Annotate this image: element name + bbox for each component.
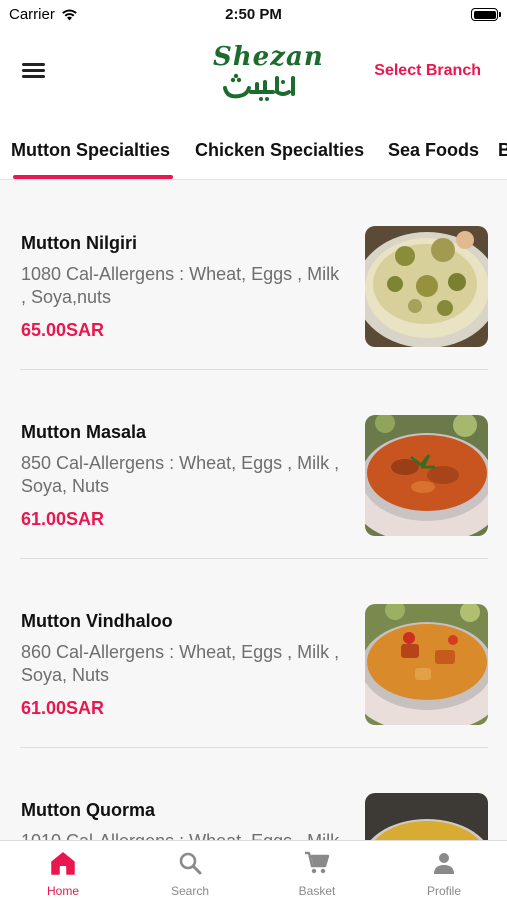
item-description: 860 Cal-Allergens : Wheat, Eggs , Milk ,… xyxy=(21,642,340,685)
green-curry-dish-image xyxy=(365,226,488,347)
nav-label-profile: Profile xyxy=(426,884,461,898)
status-bar: Carrier 2:50 PM xyxy=(0,0,507,30)
item-image[interactable] xyxy=(365,604,488,725)
item-description: 850 Cal-Allergens : Wheat, Eggs , Milk ,… xyxy=(21,453,340,496)
item-name: Mutton Vindhaloo xyxy=(21,611,173,631)
app-header: Shezan Select Branch xyxy=(0,30,507,120)
menu-line xyxy=(22,69,45,72)
battery-icon xyxy=(471,8,501,21)
tab-chicken-specialties[interactable]: Chicken Specialties xyxy=(195,140,364,161)
tab-truncated[interactable]: B xyxy=(498,140,507,161)
item-image[interactable] xyxy=(365,793,488,840)
menu-line xyxy=(22,75,45,78)
item-name: Mutton Nilgiri xyxy=(21,233,137,253)
profile-icon xyxy=(434,853,454,874)
menu-line xyxy=(22,63,45,66)
item-description: 1080 Cal-Allergens : Wheat, Eggs , Milk … xyxy=(21,264,340,307)
menu-item[interactable]: Mutton Vindhaloo 860 Cal-Allergens : Whe… xyxy=(20,559,488,748)
menu-item[interactable]: Mutton Quorma 1010 Cal-Allergens : Wheat… xyxy=(20,748,488,840)
item-description: 1010 Cal-Allergens : Wheat, Eggs , Milk … xyxy=(21,830,341,840)
cart-icon xyxy=(305,851,330,874)
category-tabs: Mutton Specialties Chicken Specialties S… xyxy=(0,120,507,180)
item-name: Mutton Masala xyxy=(21,422,147,442)
item-name: Mutton Quorma xyxy=(21,800,155,820)
item-price: 61.00SAR xyxy=(21,509,105,529)
item-image[interactable] xyxy=(365,415,488,536)
logo-arabic-script xyxy=(223,73,295,101)
menu-item-list[interactable]: Mutton Nilgiri 1080 Cal-Allergens : Whea… xyxy=(0,181,507,840)
status-time: 2:50 PM xyxy=(225,6,282,23)
item-image[interactable] xyxy=(365,226,488,347)
select-branch-button[interactable]: Select Branch xyxy=(374,62,481,80)
shezan-logo: Shezan xyxy=(213,38,323,104)
hamburger-menu-button[interactable] xyxy=(22,60,48,82)
menu-item[interactable]: Mutton Masala 850 Cal-Allergens : Wheat,… xyxy=(20,370,488,559)
red-curry-dish-image xyxy=(365,415,488,536)
item-price: 61.00SAR xyxy=(21,698,105,718)
nav-home[interactable]: Home xyxy=(0,841,126,900)
tab-mutton-specialties[interactable]: Mutton Specialties xyxy=(11,140,170,161)
nav-basket[interactable]: Basket xyxy=(254,841,380,900)
bottom-tab-bar: Home Search Basket Profile xyxy=(0,840,507,900)
active-tab-indicator xyxy=(13,175,173,179)
nav-label-search: Search xyxy=(170,884,210,898)
item-price: 65.00SAR xyxy=(21,320,105,340)
home-icon xyxy=(51,852,75,875)
nav-label-home: Home xyxy=(46,884,79,898)
orange-curry-dish-image xyxy=(365,604,488,725)
nav-search[interactable]: Search xyxy=(127,841,253,900)
nav-label-basket: Basket xyxy=(298,884,336,898)
yellow-curry-dish-image xyxy=(365,793,488,840)
search-icon xyxy=(179,852,202,875)
tab-sea-foods[interactable]: Sea Foods xyxy=(388,140,479,161)
nav-profile[interactable]: Profile xyxy=(381,841,507,900)
menu-item[interactable]: Mutton Nilgiri 1080 Cal-Allergens : Whea… xyxy=(20,181,488,370)
